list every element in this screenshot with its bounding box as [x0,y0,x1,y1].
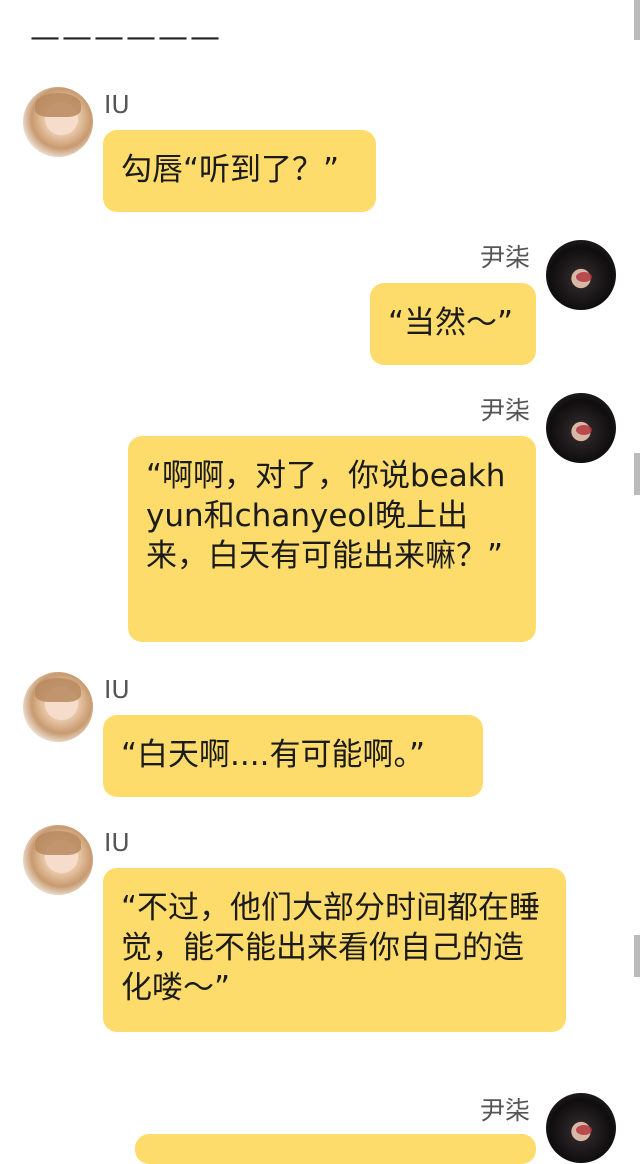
message-text: “啊啊，对了，你说beakhyun和chanyeol晚上出来，白天有可能出来嘛？… [146,458,506,574]
message-text: 勾唇“听到了？” [121,152,340,188]
sender-name: 尹柒 [480,243,531,272]
avatar-iu[interactable] [23,87,93,157]
sender-name: IU [104,828,130,857]
avatar-iu[interactable] [23,825,93,895]
message-bubble[interactable]: “啊啊，对了，你说beakhyun和chanyeol晚上出来，白天有可能出来嘛？… [128,436,536,642]
scrollbar-mark[interactable] [634,453,640,495]
avatar-yinqi[interactable] [546,1093,616,1163]
message-bubble[interactable]: “当然～” [370,283,536,365]
sender-name: 尹柒 [480,396,531,425]
message-text: “白天啊....有可能啊。” [121,737,426,773]
message-bubble[interactable]: 勾唇“听到了？” [103,130,376,212]
section-divider: —————— [30,20,222,55]
message-bubble[interactable]: “不过，他们大部分时间都在睡觉，能不能出来看你自己的造化喽～” [103,868,566,1032]
message-bubble[interactable] [135,1134,536,1164]
avatar-yinqi[interactable] [546,393,616,463]
message-text: “不过，他们大部分时间都在睡觉，能不能出来看你自己的造化喽～” [121,890,541,1006]
message-text: “当然～” [388,305,514,341]
sender-name: IU [104,90,130,119]
sender-name: 尹柒 [480,1096,531,1125]
avatar-iu[interactable] [23,672,93,742]
avatar-yinqi[interactable] [546,240,616,310]
scrollbar-mark[interactable] [634,935,640,977]
scrollbar-mark[interactable] [634,0,640,40]
sender-name: IU [104,675,130,704]
message-bubble[interactable]: “白天啊....有可能啊。” [103,715,483,797]
